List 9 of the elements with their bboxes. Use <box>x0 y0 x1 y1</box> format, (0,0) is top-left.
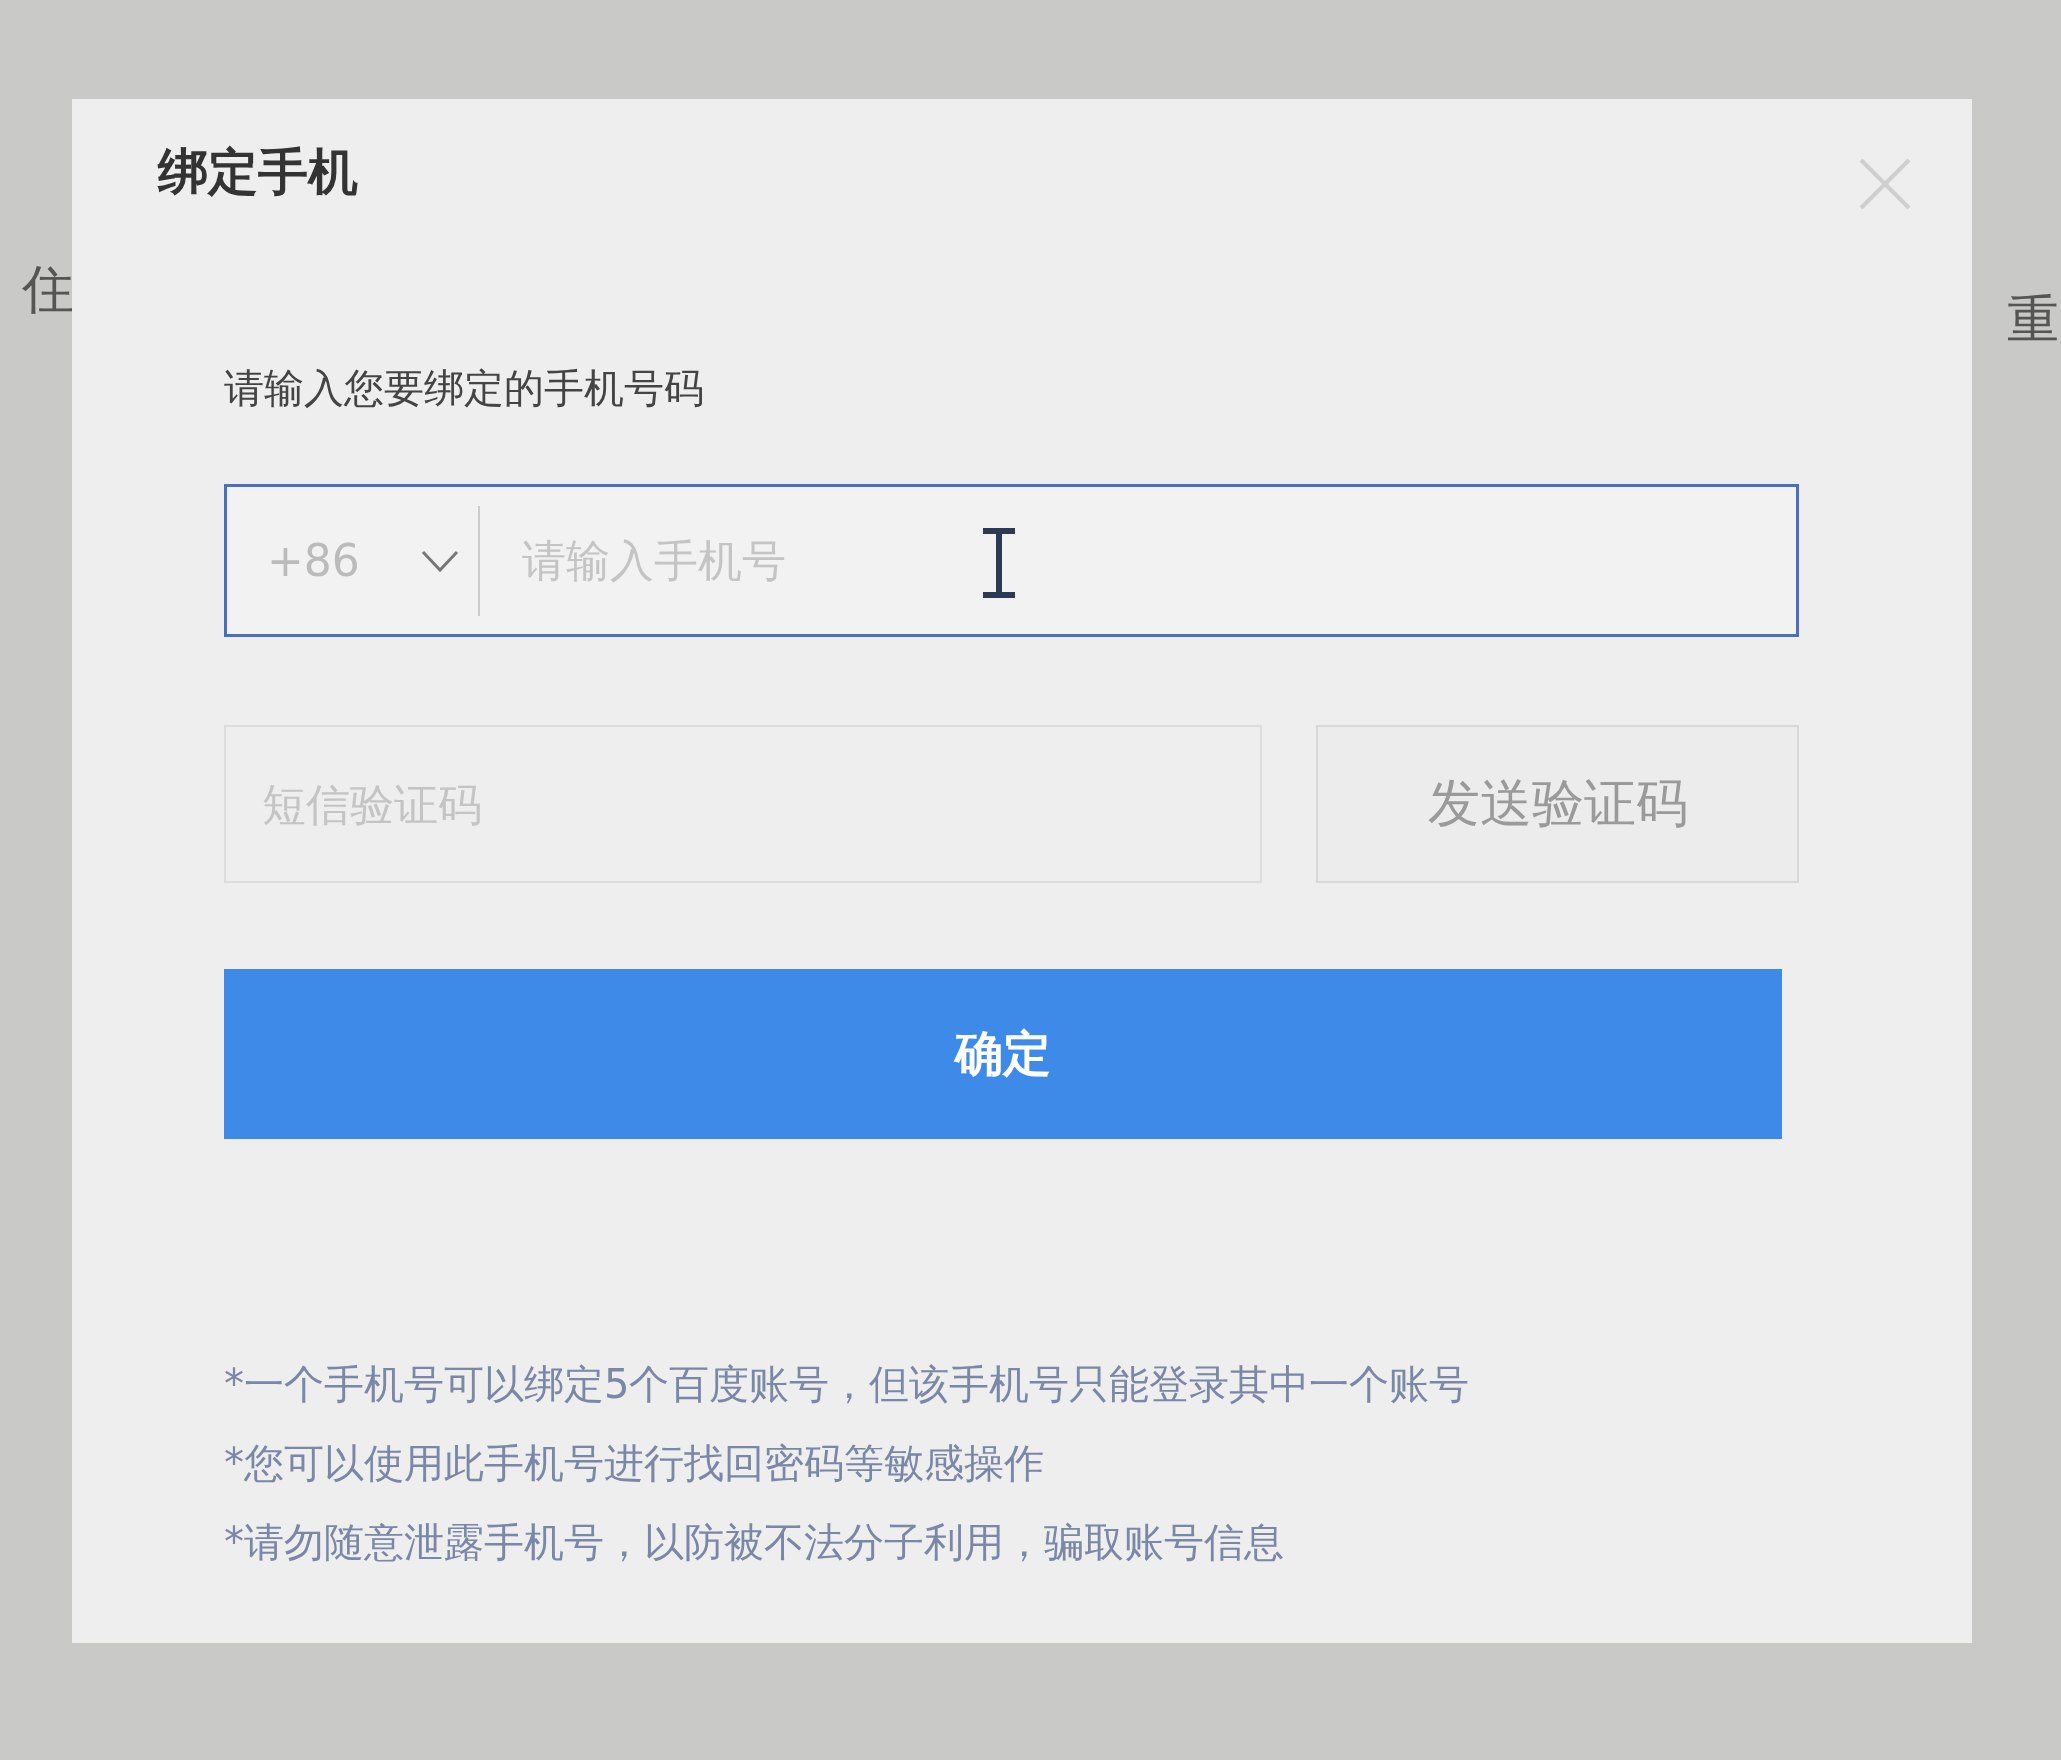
note-text: *您可以使用此手机号进行找回密码等敏感操作 <box>224 1439 1045 1488</box>
close-icon[interactable] <box>1858 157 1912 211</box>
dialog-title: 绑定手机 <box>158 142 358 203</box>
background-text: 重 <box>2007 288 2059 351</box>
note-text: *请勿随意泄露手机号，以防被不法分子利用，骗取账号信息 <box>224 1518 1285 1567</box>
prompt-text: 请输入您要绑定的手机号码 <box>224 364 705 413</box>
background-text: 住 <box>22 258 74 321</box>
confirm-button[interactable]: 确定 <box>224 969 1782 1139</box>
note-text: *一个手机号可以绑定5个百度账号，但该手机号只能登录其中一个账号 <box>224 1360 1471 1409</box>
